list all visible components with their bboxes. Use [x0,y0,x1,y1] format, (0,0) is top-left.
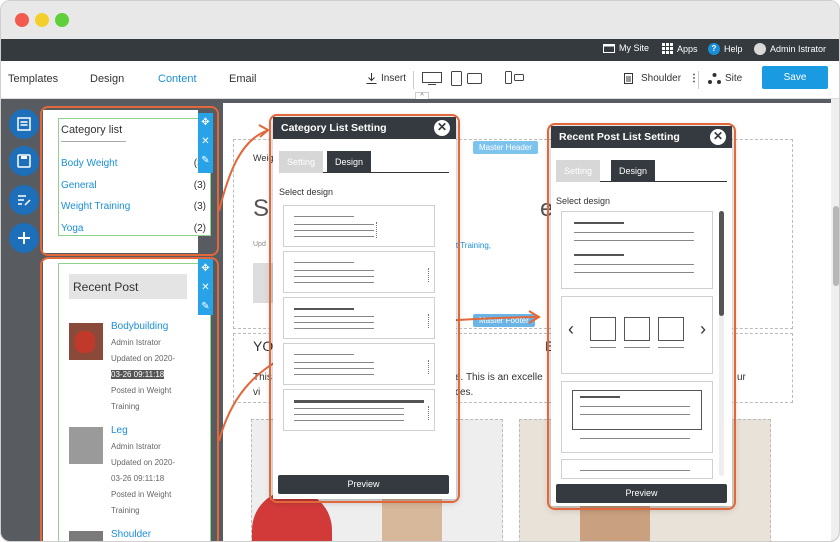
preview-button[interactable]: Preview [556,484,727,503]
dialog-tabs: Setting Design [556,156,727,182]
dialog-tabs: Setting Design [279,147,449,173]
design-option-4[interactable] [561,459,713,479]
design-option-4[interactable] [283,343,435,385]
tab-design[interactable]: Design [327,151,372,173]
design-option-3[interactable] [283,297,435,339]
chevron-right-icon: › [700,319,706,339]
chevron-left-icon: ‹ [568,319,574,339]
select-design-label: Select design [279,187,334,197]
close-icon[interactable]: ✕ [434,120,450,136]
design-option-2[interactable] [283,251,435,293]
dialog-header: Recent Post List Setting ✕ [551,126,732,148]
design-list-scroll-thumb[interactable] [719,211,724,316]
recent-post-list-setting-dialog: Recent Post List Setting ✕ Setting Desig… [551,126,732,506]
tab-design[interactable]: Design [611,160,656,182]
design-option-5[interactable] [283,389,435,431]
design-option-1[interactable] [283,205,435,247]
tab-setting[interactable]: Setting [279,151,324,173]
design-option-1[interactable] [561,211,713,289]
dialog-header: Category List Setting ✕ [273,117,456,139]
dialog-title: Category List Setting [281,122,387,134]
category-list-setting-dialog: Category List Setting ✕ Setting Design S… [273,117,456,499]
app-window: My Site Apps ? Help Admin Istrator Templ… [0,0,840,542]
close-icon[interactable]: ✕ [710,129,726,145]
dialog-title: Recent Post List Setting [559,131,680,143]
design-option-2[interactable]: ‹ › [561,296,713,374]
design-option-3[interactable] [561,381,713,453]
tab-setting[interactable]: Setting [556,160,601,182]
preview-button[interactable]: Preview [278,475,449,494]
select-design-label: Select design [556,196,611,206]
